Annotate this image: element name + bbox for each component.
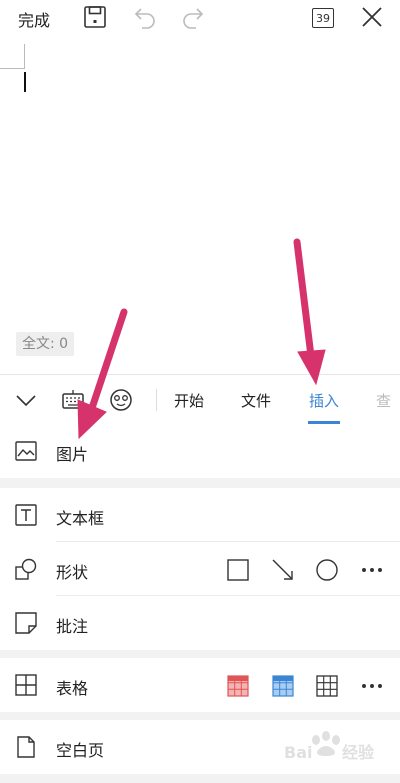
tab-review[interactable]: 查 <box>376 390 391 411</box>
page-count-badge[interactable]: 39 <box>312 8 334 28</box>
insert-table-row[interactable]: 表格 <box>0 658 400 712</box>
insert-comment-row[interactable]: 批注 <box>0 596 400 650</box>
shape-label: 形状 <box>56 563 89 582</box>
svg-text:经验: 经验 <box>342 743 375 762</box>
insert-picture-row[interactable]: 图片 <box>0 424 400 478</box>
top-bar: 完成 39 <box>0 0 400 36</box>
blank-page-icon <box>15 736 37 758</box>
more-icon[interactable] <box>360 674 384 698</box>
insert-shape-row[interactable]: 形状 <box>0 542 400 596</box>
section-gap <box>0 478 400 488</box>
keyboard-icon[interactable] <box>61 388 85 412</box>
table-icon <box>15 674 37 696</box>
section-gap <box>0 712 400 720</box>
document-editor[interactable]: 全文: 0 <box>0 36 400 372</box>
toolbar-separator <box>156 389 157 411</box>
collapse-chevron-icon[interactable] <box>14 388 38 412</box>
blue-table-style-icon[interactable] <box>271 674 295 698</box>
insert-textbox-row[interactable]: 文本框 <box>0 488 400 542</box>
more-icon[interactable] <box>360 558 384 582</box>
done-button[interactable]: 完成 <box>18 7 50 31</box>
page-corner-mark <box>0 44 25 69</box>
word-count-badge: 全文: 0 <box>16 332 75 356</box>
svg-text:Bai: Bai <box>284 743 312 762</box>
redo-icon[interactable] <box>181 5 205 29</box>
bottom-toolbar: 开始 文件 插入 查 <box>0 374 400 426</box>
tab-insert[interactable]: 插入 <box>309 390 339 411</box>
blank-page-label: 空白页 <box>56 741 105 760</box>
section-gap <box>0 650 400 658</box>
picture-icon <box>15 440 37 462</box>
square-shape-icon[interactable] <box>226 558 250 582</box>
tab-start[interactable]: 开始 <box>174 390 204 411</box>
comment-label: 批注 <box>56 617 89 636</box>
picture-label: 图片 <box>56 445 89 464</box>
arrow-line-icon[interactable] <box>271 558 295 582</box>
undo-icon[interactable] <box>133 5 157 29</box>
textbox-label: 文本框 <box>56 509 105 528</box>
plain-table-style-icon[interactable] <box>315 674 339 698</box>
save-icon[interactable] <box>83 5 107 29</box>
text-cursor <box>24 72 26 92</box>
table-label: 表格 <box>56 679 89 698</box>
circle-shape-icon[interactable] <box>315 558 339 582</box>
emoji-icon[interactable] <box>109 388 133 412</box>
textbox-icon <box>15 504 37 526</box>
red-table-style-icon[interactable] <box>226 674 250 698</box>
comment-icon <box>15 612 37 634</box>
shape-icon <box>15 558 37 580</box>
close-icon[interactable] <box>360 5 384 29</box>
tab-file[interactable]: 文件 <box>241 390 271 411</box>
baidu-watermark: Bai 经验 <box>284 726 394 776</box>
